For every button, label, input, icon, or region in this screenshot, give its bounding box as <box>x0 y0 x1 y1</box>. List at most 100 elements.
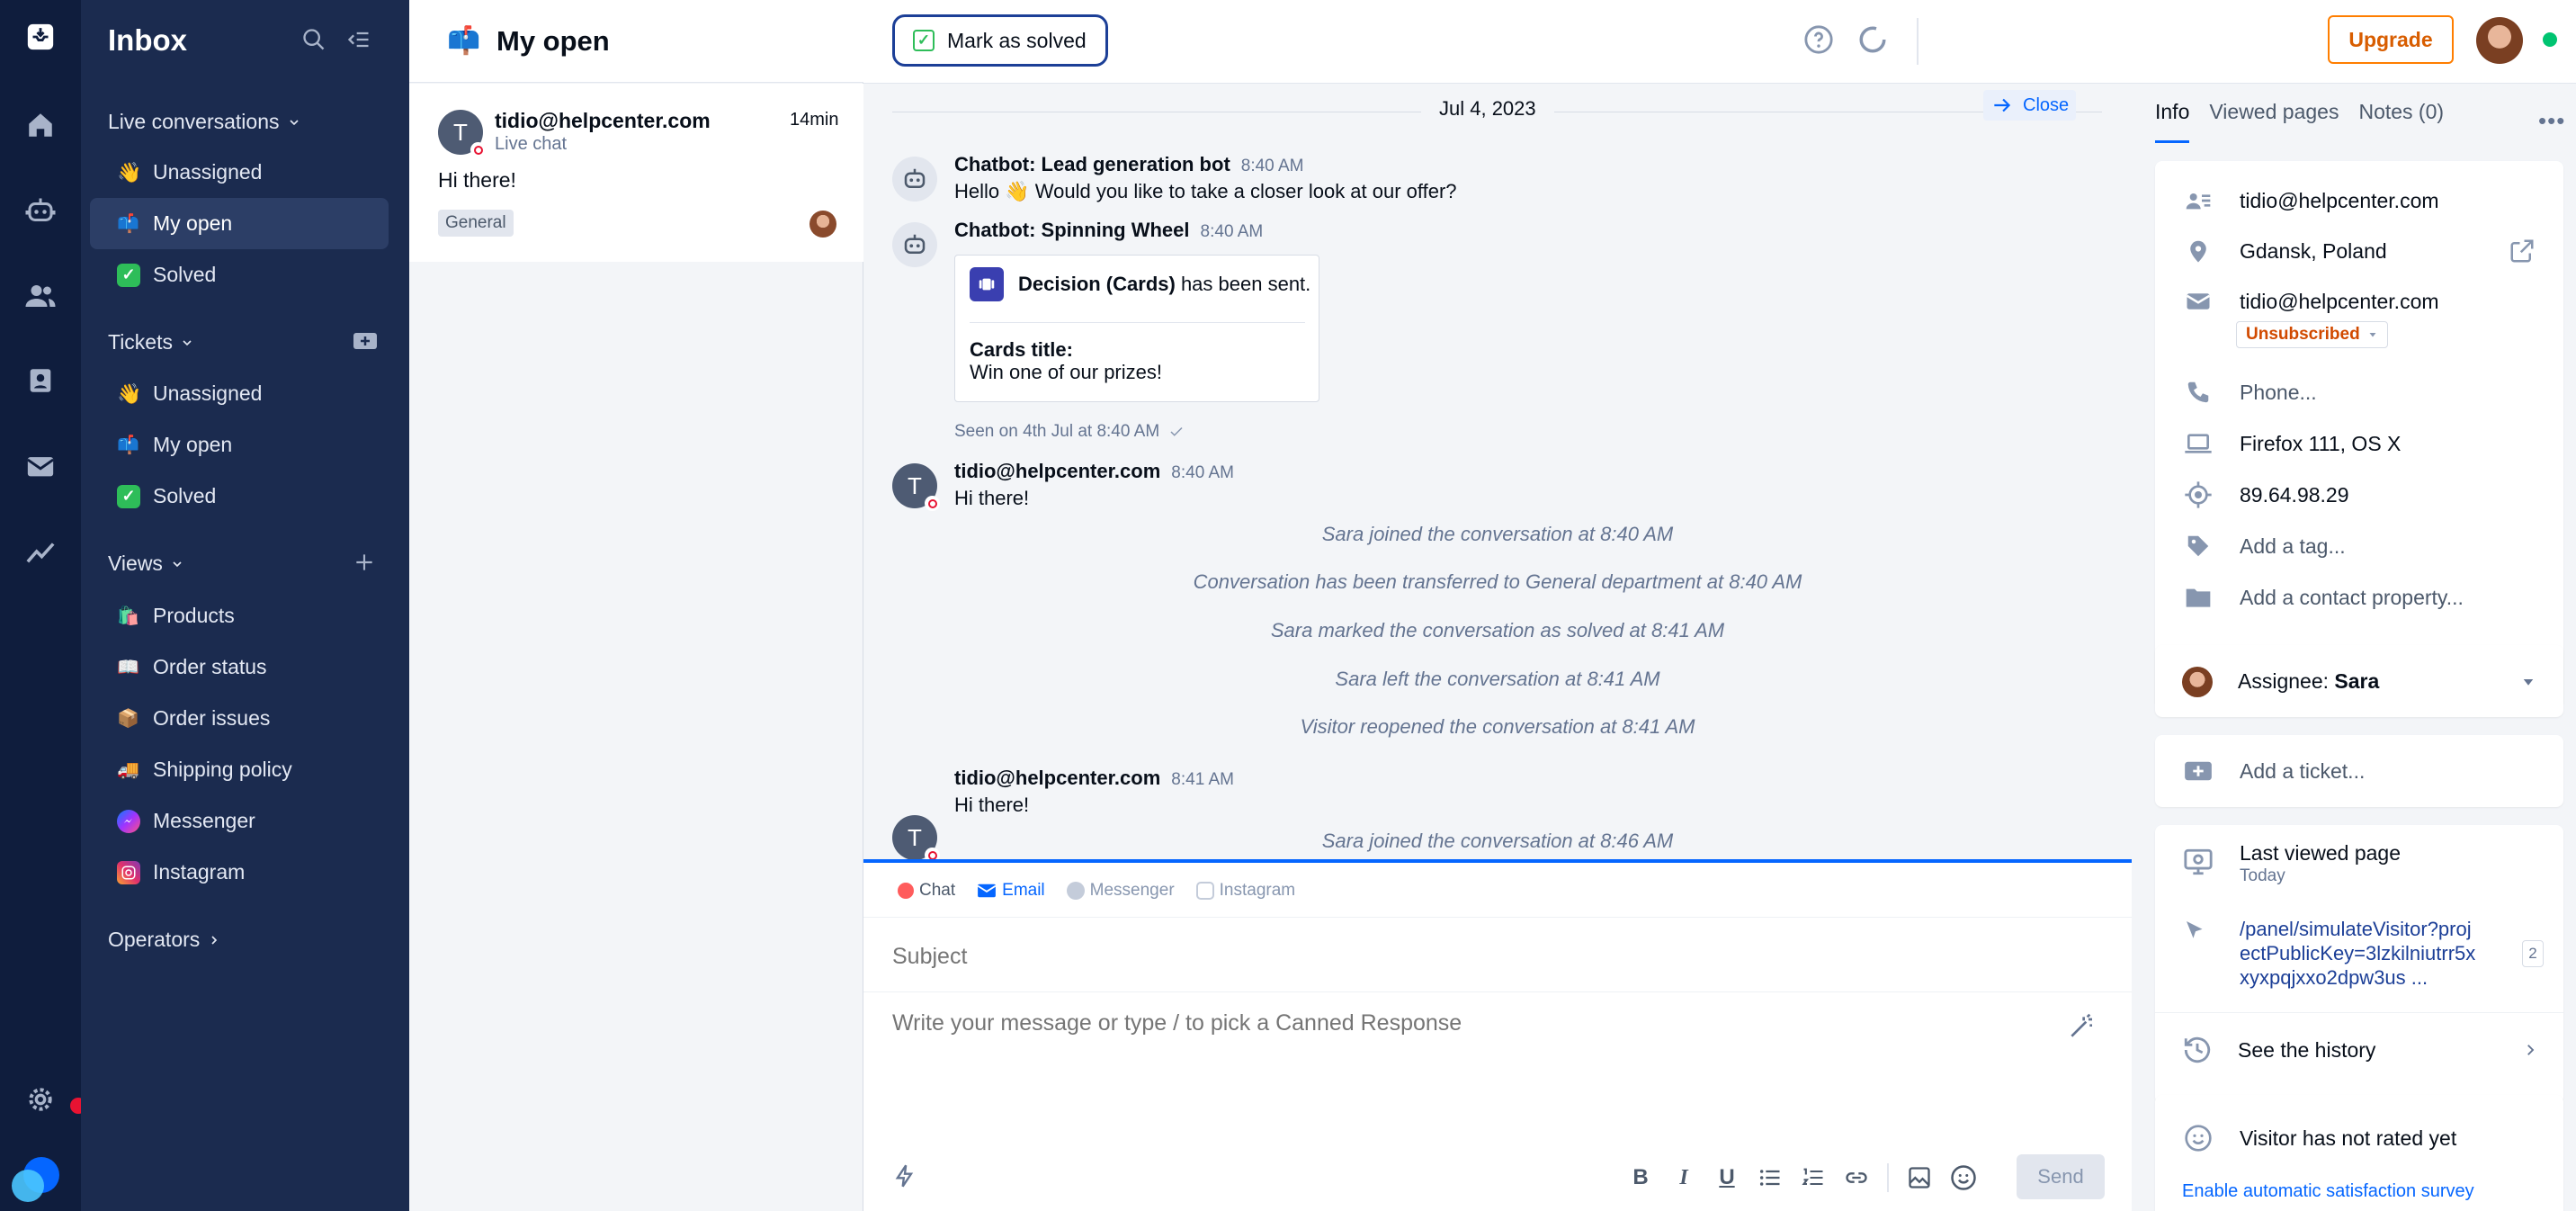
wave-icon: 👋 <box>117 381 142 405</box>
system-message: Visitor reopened the conversation at 8:4… <box>1300 715 1695 738</box>
phone-row[interactable]: Phone... <box>2155 367 2563 417</box>
browser-row: Firefox 111, OS X <box>2155 418 2563 469</box>
conversation-channel: Live chat <box>495 134 568 154</box>
top-right-bar: Upgrade <box>2132 0 2576 84</box>
add-ticket-card[interactable]: Add a ticket... <box>2155 735 2563 807</box>
close-button[interactable]: Close <box>1983 90 2077 121</box>
shopping-bag-icon: 🛍️ <box>117 606 139 626</box>
sidebar-item-view-messenger[interactable]: Messenger <box>90 795 389 847</box>
chat-message: Chatbot: Lead generation bot 8:40 AM Hell… <box>954 153 1457 202</box>
sidebar-item-tickets-unassigned[interactable]: 👋 Unassigned <box>90 368 389 419</box>
add-view-icon[interactable] <box>353 551 376 574</box>
last-viewed-card: Last viewed page Today /panel/simulateVi… <box>2155 825 2563 1104</box>
mail-icon[interactable] <box>22 447 59 485</box>
sidebar-item-view-shipping-policy[interactable]: 🚚 Shipping policy <box>90 744 389 795</box>
contacts-icon[interactable] <box>22 277 59 315</box>
rating-card: Visitor has not rated yet Enable automat… <box>2155 1095 2563 1211</box>
toolbar-divider <box>1917 18 1919 65</box>
contact-name-row[interactable]: tidio@helpcenter.com <box>2155 175 2563 226</box>
emoji-icon[interactable] <box>1950 1164 1977 1191</box>
upgrade-button[interactable]: Upgrade <box>2328 15 2454 64</box>
system-message: Sara joined the conversation at 8:40 AM <box>1321 523 1674 545</box>
sidebar-item-live-my-open[interactable]: 📫 My open <box>90 198 389 249</box>
tag-row[interactable]: Add a tag... <box>2155 521 2563 571</box>
add-ticket-icon[interactable] <box>353 330 378 352</box>
analytics-icon[interactable] <box>22 533 59 570</box>
email-row[interactable]: tidio@helpcenter.com <box>2155 276 2563 327</box>
home-icon[interactable] <box>22 106 59 144</box>
conversation-list-header: 📫 My open <box>409 0 863 83</box>
sidebar-item-view-order-issues[interactable]: 📦 Order issues <box>90 693 389 744</box>
assignee-avatar <box>809 211 836 238</box>
inbox-sidebar: Inbox Live conversations 👋 Unassigned 📫 My… <box>81 0 409 1211</box>
sidebar-item-live-solved[interactable]: ✓ Solved <box>90 249 389 301</box>
chat-message: tidio@helpcenter.com 8:40 AM Hi there! <box>954 460 1234 509</box>
channel-tabs: Chat Email Messenger Instagram <box>898 881 1295 901</box>
sidebar-item-view-order-status[interactable]: 📖 Order status <box>90 641 389 693</box>
tab-email[interactable]: Email <box>977 881 1045 901</box>
inbox-icon[interactable] <box>22 18 59 56</box>
contact-property-row[interactable]: Add a contact property... <box>2155 572 2563 623</box>
folder-icon <box>2182 581 2214 614</box>
bot-avatar <box>892 222 937 267</box>
wave-icon: 👋 <box>117 160 142 184</box>
conversation-age: 14min <box>790 110 839 130</box>
more-options-icon[interactable]: ••• <box>2538 107 2565 135</box>
operators-header[interactable]: Operators <box>108 928 221 952</box>
magic-wand-icon[interactable] <box>2067 1012 2096 1041</box>
search-icon[interactable] <box>301 27 326 52</box>
system-message: Sara joined the conversation at 8:46 AM <box>1321 830 1674 852</box>
tab-chat[interactable]: Chat <box>898 881 955 901</box>
smiley-icon <box>2182 1122 2214 1154</box>
tickets-icon[interactable] <box>22 362 59 399</box>
last-viewed-url[interactable]: /panel/simulateVisitor?proj ectPublicKey… <box>2240 917 2475 990</box>
tab-messenger[interactable]: Messenger <box>1066 881 1175 901</box>
bullet-list-icon[interactable] <box>1758 1165 1783 1190</box>
subscription-dropdown[interactable]: Unsubscribed <box>2236 321 2388 348</box>
bot-icon[interactable] <box>22 192 59 229</box>
tab-info[interactable]: Info <box>2155 84 2190 143</box>
package-icon: 📦 <box>117 708 139 729</box>
sidebar-item-view-products[interactable]: 🛍️ Products <box>90 590 389 641</box>
message-input[interactable] <box>892 1010 2044 1145</box>
tickets-header[interactable]: Tickets <box>108 330 194 354</box>
assignee-avatar <box>2182 667 2213 697</box>
send-button[interactable]: Send <box>2017 1154 2105 1199</box>
italic-icon[interactable]: I <box>1671 1166 1696 1190</box>
ip-row: 89.64.98.29 <box>2155 470 2563 520</box>
app-rail <box>0 0 86 1211</box>
sidebar-item-tickets-my-open[interactable]: 📫 My open <box>90 419 389 471</box>
see-history-row[interactable]: See the history <box>2155 1025 2563 1075</box>
image-icon[interactable] <box>1907 1165 1932 1190</box>
conversation-card[interactable]: T tidio@helpcenter.com Live chat 14min H… <box>409 84 863 262</box>
sidebar-item-live-unassigned[interactable]: 👋 Unassigned <box>90 147 389 198</box>
views-label: Views <box>108 552 163 575</box>
online-status-dot <box>2543 32 2557 47</box>
live-conversations-header[interactable]: Live conversations <box>108 110 301 134</box>
views-header[interactable]: Views <box>108 552 184 576</box>
mailbox-icon: 📫 <box>117 435 139 455</box>
external-link-icon[interactable] <box>2509 238 2536 265</box>
link-icon[interactable] <box>1844 1165 1869 1190</box>
collapse-sidebar-icon[interactable] <box>346 27 371 52</box>
numbered-list-icon[interactable] <box>1801 1165 1826 1190</box>
underline-icon[interactable]: U <box>1714 1165 1740 1190</box>
lightning-icon[interactable] <box>892 1163 917 1189</box>
chevron-right-icon <box>2527 1045 2535 1055</box>
tab-notes[interactable]: Notes (0) <box>2358 84 2444 143</box>
sidebar-item-tickets-solved[interactable]: ✓ Solved <box>90 471 389 522</box>
bold-icon[interactable]: B <box>1628 1165 1653 1190</box>
tab-instagram[interactable]: Instagram <box>1195 881 1295 901</box>
assignee-card[interactable]: Assignee: Sara <box>2155 645 2563 717</box>
sidebar-item-view-instagram[interactable]: Instagram <box>90 847 389 898</box>
system-message: Conversation has been transferred to Gen… <box>1193 570 1802 593</box>
subject-input[interactable] <box>892 929 2097 983</box>
mark-as-solved-button[interactable]: ✓ Mark as solved <box>892 14 1108 67</box>
tab-viewed-pages[interactable]: Viewed pages <box>2209 84 2339 143</box>
enable-survey-link[interactable]: Enable automatic satisfaction survey <box>2182 1181 2474 1202</box>
chat-panel: ✓ Mark as solved Jul 4, 2023 Close Chatb… <box>863 0 2132 1211</box>
user-avatar[interactable] <box>2476 17 2523 64</box>
gear-icon[interactable] <box>22 1081 59 1118</box>
help-icon[interactable] <box>1803 24 1834 55</box>
tidio-logo[interactable] <box>9 1152 63 1206</box>
